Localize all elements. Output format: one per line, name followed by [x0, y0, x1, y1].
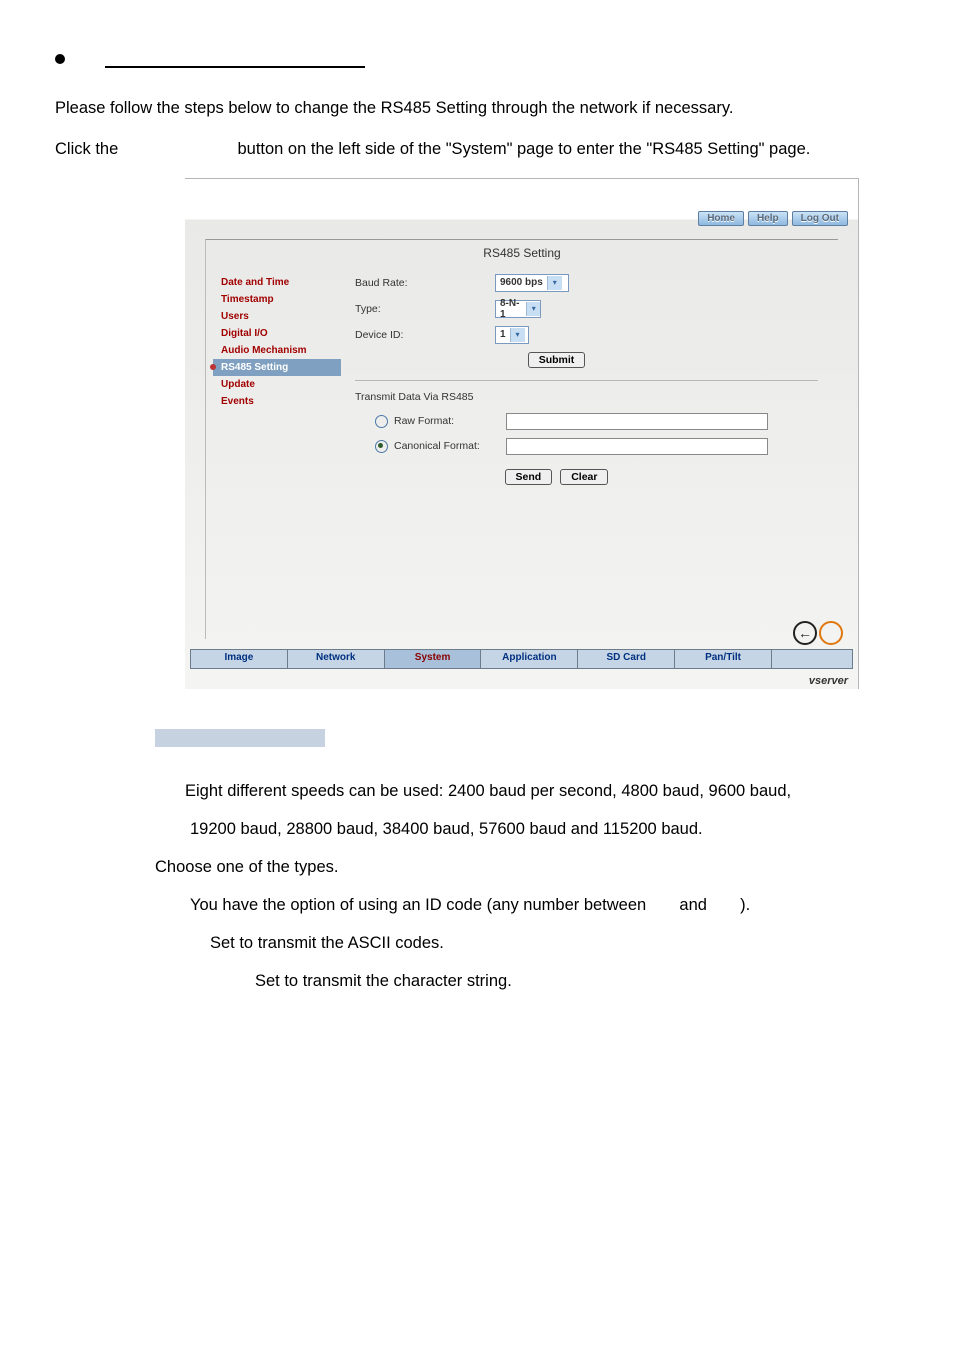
- tab-application[interactable]: Application: [481, 650, 578, 668]
- click-rest: button on the left side of the "System" …: [237, 140, 810, 158]
- bullet-icon: [55, 54, 65, 64]
- bottom-tabs: Image Network System Application SD Card…: [190, 649, 853, 669]
- sidebar-item-users[interactable]: Users: [213, 308, 341, 325]
- raw-radio[interactable]: [375, 415, 388, 428]
- clear-button[interactable]: Clear: [560, 469, 608, 485]
- sidebar-item-events[interactable]: Events: [213, 393, 341, 410]
- submit-button[interactable]: Submit: [528, 352, 586, 368]
- sidebar-item-timestamp[interactable]: Timestamp: [213, 291, 341, 308]
- section-heading: [55, 50, 904, 68]
- help-button[interactable]: Help: [748, 211, 788, 226]
- home-button[interactable]: Home: [698, 211, 744, 226]
- raw-input[interactable]: [506, 413, 768, 430]
- canonical-input[interactable]: [506, 438, 768, 455]
- embedded-screenshot: Home Help Log Out RS485 Setting Date and…: [185, 178, 859, 689]
- baud-select[interactable]: 9600 bps ▾: [495, 274, 569, 292]
- type-label: Type:: [355, 303, 495, 315]
- transmit-heading: Transmit Data Via RS485: [355, 391, 818, 403]
- tab-network[interactable]: Network: [288, 650, 385, 668]
- subsection-head: [155, 729, 325, 747]
- baud-label: Baud Rate:: [355, 277, 495, 289]
- tab-image[interactable]: Image: [191, 650, 288, 668]
- click-the: Click the: [55, 140, 118, 158]
- description-section: Eight different speeds can be used: 2400…: [55, 729, 904, 1002]
- id-desc-c: ).: [740, 896, 750, 914]
- sidebar: Date and Time Timestamp Users Digital I/…: [213, 274, 341, 410]
- sidebar-item-digitalio[interactable]: Digital I/O: [213, 325, 341, 342]
- canonical-radio[interactable]: [375, 440, 388, 453]
- tab-sdcard[interactable]: SD Card: [578, 650, 675, 668]
- intro-text-2: Click the button on the left side of the…: [55, 137, 904, 162]
- raw-desc: Set to transmit the ASCII codes.: [210, 925, 904, 963]
- chevron-down-icon: ▾: [526, 302, 540, 316]
- sidebar-item-date[interactable]: Date and Time: [213, 274, 341, 291]
- panel-title: RS485 Setting: [206, 240, 838, 260]
- id-desc: You have the option of using an ID code …: [190, 887, 904, 925]
- tab-pantilt[interactable]: Pan/Tilt: [675, 650, 772, 668]
- device-value: 1: [500, 329, 506, 340]
- brand-label: vserver: [809, 675, 848, 687]
- type-select[interactable]: 8-N-1 ▾: [495, 300, 541, 318]
- raw-label: Raw Format:: [394, 415, 506, 427]
- tab-system[interactable]: System: [385, 650, 482, 668]
- id-desc-a: You have the option of using an ID code …: [190, 896, 646, 914]
- baud-desc-a: Eight different speeds can be used: 2400…: [185, 773, 904, 811]
- type-value: 8-N-1: [500, 298, 522, 320]
- baud-desc-b: 19200 baud, 28800 baud, 38400 baud, 5760…: [190, 811, 904, 849]
- device-label: Device ID:: [355, 329, 495, 341]
- sidebar-item-update[interactable]: Update: [213, 376, 341, 393]
- baud-value: 9600 bps: [500, 277, 543, 288]
- chevron-down-icon: ▾: [510, 328, 525, 342]
- form-area: Baud Rate: 9600 bps ▾ Type: 8-N-1 ▾ Devi…: [355, 274, 818, 485]
- heading-underline: [105, 50, 365, 68]
- back-icon[interactable]: ←: [793, 621, 817, 645]
- id-desc-b: and: [679, 896, 707, 914]
- logout-button[interactable]: Log Out: [792, 211, 848, 226]
- type-desc: Choose one of the types.: [155, 849, 904, 887]
- device-select[interactable]: 1 ▾: [495, 326, 529, 344]
- canonical-label: Canonical Format:: [394, 440, 506, 452]
- canon-desc: Set to transmit the character string.: [255, 963, 904, 1001]
- chevron-down-icon: ▾: [547, 276, 562, 290]
- intro-text-1: Please follow the steps below to change …: [55, 96, 904, 121]
- refresh-icon[interactable]: [819, 621, 843, 645]
- send-button[interactable]: Send: [505, 469, 553, 485]
